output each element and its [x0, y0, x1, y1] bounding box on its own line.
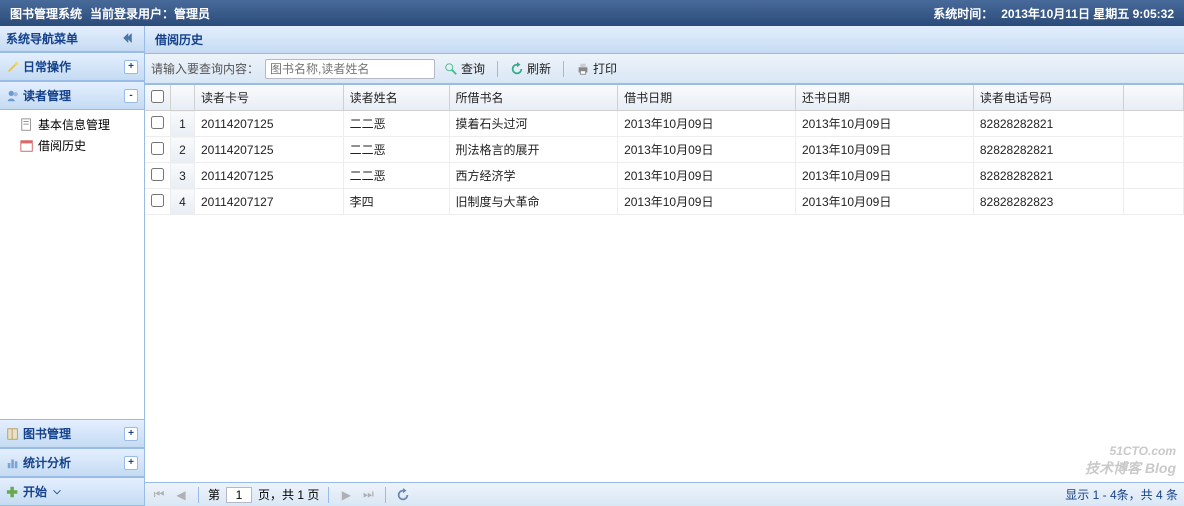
- print-button[interactable]: 打印: [569, 57, 624, 80]
- cell-card: 20114207125: [195, 111, 344, 137]
- book-icon: [6, 427, 20, 441]
- content-panel: 借阅历史 请输入要查询内容： 查询 刷新 打印: [145, 26, 1184, 506]
- row-index: 3: [171, 163, 195, 189]
- cell-card: 20114207127: [195, 189, 344, 215]
- cell-name: 李四: [343, 189, 449, 215]
- cell-phone: 82828282821: [973, 163, 1123, 189]
- refresh-icon: [396, 488, 410, 502]
- cell-phone: 82828282821: [973, 137, 1123, 163]
- panel-book-mgmt[interactable]: 图书管理 +: [0, 419, 144, 448]
- last-page-button[interactable]: ⏭: [360, 487, 376, 503]
- col-phone[interactable]: 读者电话号码: [973, 85, 1123, 111]
- app-title: 图书管理系统: [10, 5, 82, 22]
- cell-book: 旧制度与大革命: [449, 189, 618, 215]
- cell-name: 二二恶: [343, 163, 449, 189]
- refresh-icon: [510, 62, 524, 76]
- select-all-checkbox[interactable]: [151, 90, 164, 103]
- row-checkbox[interactable]: [151, 116, 164, 129]
- panel-stats[interactable]: 统计分析 +: [0, 448, 144, 477]
- col-name[interactable]: 读者姓名: [343, 85, 449, 111]
- col-borrow[interactable]: 借书日期: [618, 85, 796, 111]
- user-label: 当前登录用户：管理员: [90, 5, 210, 22]
- separator: [563, 61, 564, 77]
- first-page-button[interactable]: ⏮: [151, 487, 167, 503]
- search-button[interactable]: 查询: [437, 57, 492, 80]
- row-checkbox[interactable]: [151, 194, 164, 207]
- sidebar-title: 系统导航菜单: [6, 30, 78, 47]
- data-grid: 读者卡号 读者姓名 所借书名 借书日期 还书日期 读者电话号码 12011420…: [145, 85, 1184, 215]
- col-book[interactable]: 所借书名: [449, 85, 618, 111]
- cell-borrow: 2013年10月09日: [618, 189, 796, 215]
- collapse-sidebar-button[interactable]: [123, 31, 138, 46]
- page-icon: [20, 118, 34, 132]
- wand-icon: [6, 60, 20, 74]
- plugin-icon: [6, 485, 20, 499]
- tree-item-basic-info[interactable]: 基本信息管理: [0, 114, 144, 135]
- printer-icon: [576, 62, 590, 76]
- table-row[interactable]: 120114207125二二恶摸着石头过河2013年10月09日2013年10月…: [145, 111, 1184, 137]
- cell-card: 20114207125: [195, 163, 344, 189]
- search-icon: [444, 62, 458, 76]
- cell-borrow: 2013年10月09日: [618, 111, 796, 137]
- cell-return: 2013年10月09日: [795, 111, 973, 137]
- separator: [497, 61, 498, 77]
- panel-reader-mgmt[interactable]: 读者管理 -: [0, 81, 144, 110]
- prev-page-button[interactable]: ◀: [173, 487, 189, 503]
- cell-return: 2013年10月09日: [795, 137, 973, 163]
- toolbar: 请输入要查询内容： 查询 刷新 打印: [145, 54, 1184, 84]
- cell-book: 西方经济学: [449, 163, 618, 189]
- expand-icon[interactable]: +: [124, 60, 138, 74]
- cell-name: 二二恶: [343, 137, 449, 163]
- page-input[interactable]: [226, 487, 252, 503]
- paging-refresh-button[interactable]: [395, 487, 411, 503]
- col-return[interactable]: 还书日期: [795, 85, 973, 111]
- cell-borrow: 2013年10月09日: [618, 137, 796, 163]
- cell-name: 二二恶: [343, 111, 449, 137]
- panel-start[interactable]: 开始: [0, 477, 144, 506]
- tree-item-borrow-history[interactable]: 借阅历史: [0, 135, 144, 156]
- search-label: 请输入要查询内容：: [151, 60, 259, 77]
- chart-icon: [6, 456, 20, 470]
- next-page-button[interactable]: ▶: [338, 487, 354, 503]
- refresh-button[interactable]: 刷新: [503, 57, 558, 80]
- cell-book: 刑法格言的展开: [449, 137, 618, 163]
- cell-return: 2013年10月09日: [795, 163, 973, 189]
- row-index: 4: [171, 189, 195, 215]
- page-suffix: 页，共 1 页: [258, 486, 319, 503]
- cell-phone: 82828282823: [973, 189, 1123, 215]
- row-index: 2: [171, 137, 195, 163]
- row-checkbox[interactable]: [151, 142, 164, 155]
- systime-label: 系统时间：: [933, 5, 993, 22]
- users-icon: [6, 89, 20, 103]
- collapse-icon[interactable]: -: [124, 89, 138, 103]
- panel-daily-ops[interactable]: 日常操作 +: [0, 52, 144, 81]
- paging-info: 显示 1 - 4条，共 4 条: [1065, 486, 1178, 503]
- cell-card: 20114207125: [195, 137, 344, 163]
- search-input[interactable]: [265, 59, 435, 79]
- app-header: 图书管理系统 当前登录用户：管理员 系统时间： 2013年10月11日 星期五 …: [0, 0, 1184, 26]
- cell-borrow: 2013年10月09日: [618, 163, 796, 189]
- calendar-icon: [20, 139, 34, 153]
- page-prefix: 第: [208, 486, 220, 503]
- row-checkbox[interactable]: [151, 168, 164, 181]
- row-index: 1: [171, 111, 195, 137]
- cell-return: 2013年10月09日: [795, 189, 973, 215]
- cell-phone: 82828282821: [973, 111, 1123, 137]
- sidebar-titlebar: 系统导航菜单: [0, 26, 144, 52]
- cell-book: 摸着石头过河: [449, 111, 618, 137]
- table-row[interactable]: 320114207125二二恶西方经济学2013年10月09日2013年10月0…: [145, 163, 1184, 189]
- table-row[interactable]: 220114207125二二恶刑法格言的展开2013年10月09日2013年10…: [145, 137, 1184, 163]
- table-row[interactable]: 420114207127李四旧制度与大革命2013年10月09日2013年10月…: [145, 189, 1184, 215]
- paging-toolbar: ⏮ ◀ 第 页，共 1 页 ▶ ⏭ 显示 1 - 4条，共 4 条: [145, 482, 1184, 506]
- sidebar: 系统导航菜单 日常操作 + 读者管理 - 基本信息管理: [0, 26, 145, 506]
- expand-icon[interactable]: +: [124, 427, 138, 441]
- expand-icon[interactable]: +: [124, 456, 138, 470]
- content-title: 借阅历史: [145, 26, 1184, 54]
- chevron-down-icon: [50, 485, 64, 499]
- col-card[interactable]: 读者卡号: [195, 85, 344, 111]
- systime-value: 2013年10月11日 星期五 9:05:32: [1001, 5, 1174, 22]
